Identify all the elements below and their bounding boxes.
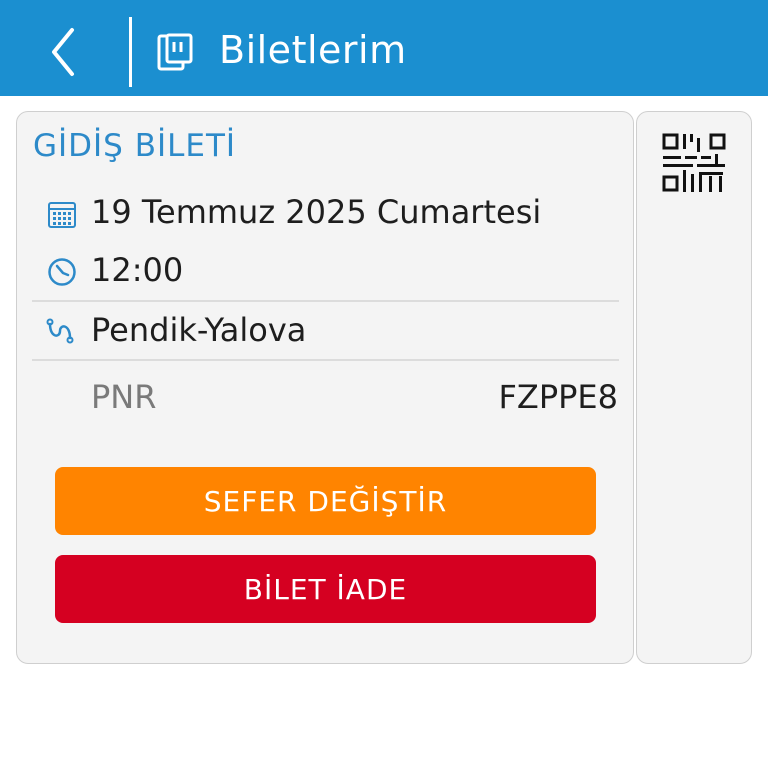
calendar-icon	[48, 202, 76, 228]
page-title: Biletlerim	[219, 28, 407, 72]
separator	[32, 300, 619, 302]
pnr-label: PNR	[91, 378, 157, 416]
ticket-time: 12:00	[91, 251, 184, 289]
qr-code-icon	[662, 133, 726, 192]
header-divider	[129, 17, 132, 87]
separator	[32, 359, 619, 361]
clock-icon	[48, 258, 76, 286]
ticket-date: 19 Temmuz 2025 Cumartesi	[91, 193, 542, 231]
ticket-heading: GİDİŞ BİLETİ	[33, 128, 237, 164]
change-trip-button[interactable]: SEFER DEĞİŞTİR	[55, 467, 596, 535]
refund-ticket-button[interactable]: BİLET İADE	[55, 555, 596, 623]
pnr-value: FZPPE8	[498, 378, 619, 416]
chevron-left-icon	[52, 28, 74, 76]
route-icon	[46, 318, 74, 344]
qr-code-panel[interactable]	[636, 111, 752, 664]
back-button[interactable]	[40, 22, 88, 82]
ticket-icon	[157, 33, 193, 71]
ticket-route: Pendik-Yalova	[91, 311, 307, 349]
app-header: Biletlerim	[0, 0, 768, 96]
